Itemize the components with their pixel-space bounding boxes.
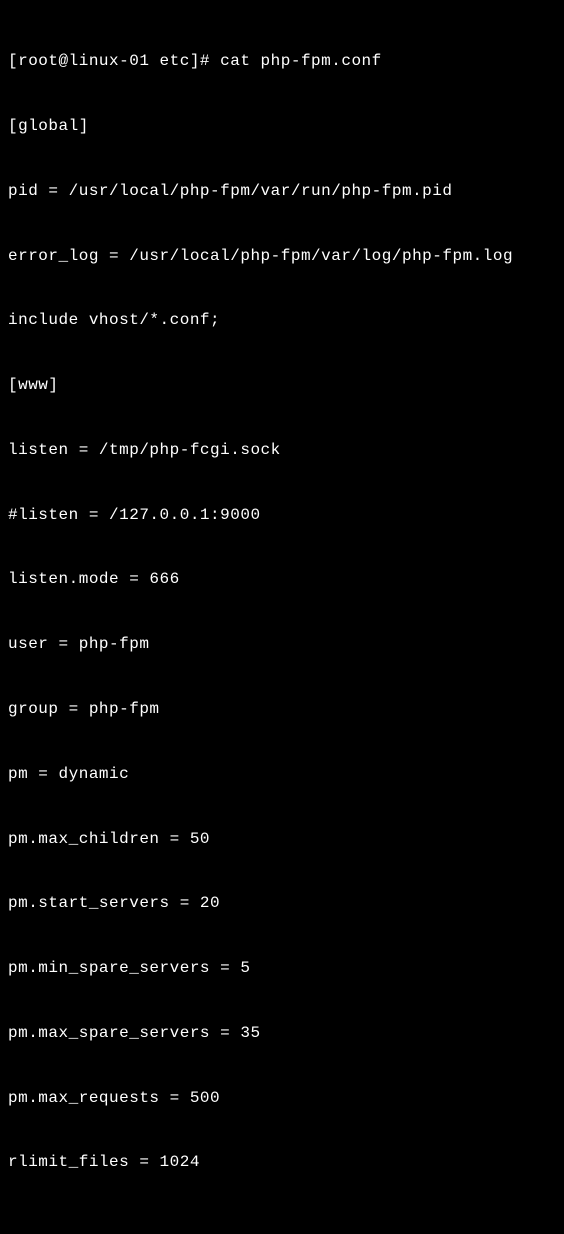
config-line: pm.max_spare_servers = 35 — [8, 1023, 556, 1045]
config-line: user = php-fpm — [8, 634, 556, 656]
config-line: pm.max_requests = 500 — [8, 1088, 556, 1110]
terminal-output: [root@linux-01 etc]# cat php-fpm.conf [g… — [8, 8, 556, 1234]
config-line: pm.start_servers = 20 — [8, 893, 556, 915]
config-line: [global] — [8, 116, 556, 138]
config-line: listen.mode = 666 — [8, 569, 556, 591]
command-prompt: [root@linux-01 etc]# cat php-fpm.conf — [8, 51, 556, 73]
config-line: pm.min_spare_servers = 5 — [8, 958, 556, 980]
config-line: group = php-fpm — [8, 699, 556, 721]
config-line: pm = dynamic — [8, 764, 556, 786]
config-line: rlimit_files = 1024 — [8, 1152, 556, 1174]
config-line: #listen = /127.0.0.1:9000 — [8, 505, 556, 527]
config-line: pm.max_children = 50 — [8, 829, 556, 851]
config-line: pid = /usr/local/php-fpm/var/run/php-fpm… — [8, 181, 556, 203]
config-line: [www] — [8, 375, 556, 397]
config-line: error_log = /usr/local/php-fpm/var/log/p… — [8, 246, 556, 268]
config-line: listen = /tmp/php-fcgi.sock — [8, 440, 556, 462]
config-line: include vhost/*.conf; — [8, 310, 556, 332]
